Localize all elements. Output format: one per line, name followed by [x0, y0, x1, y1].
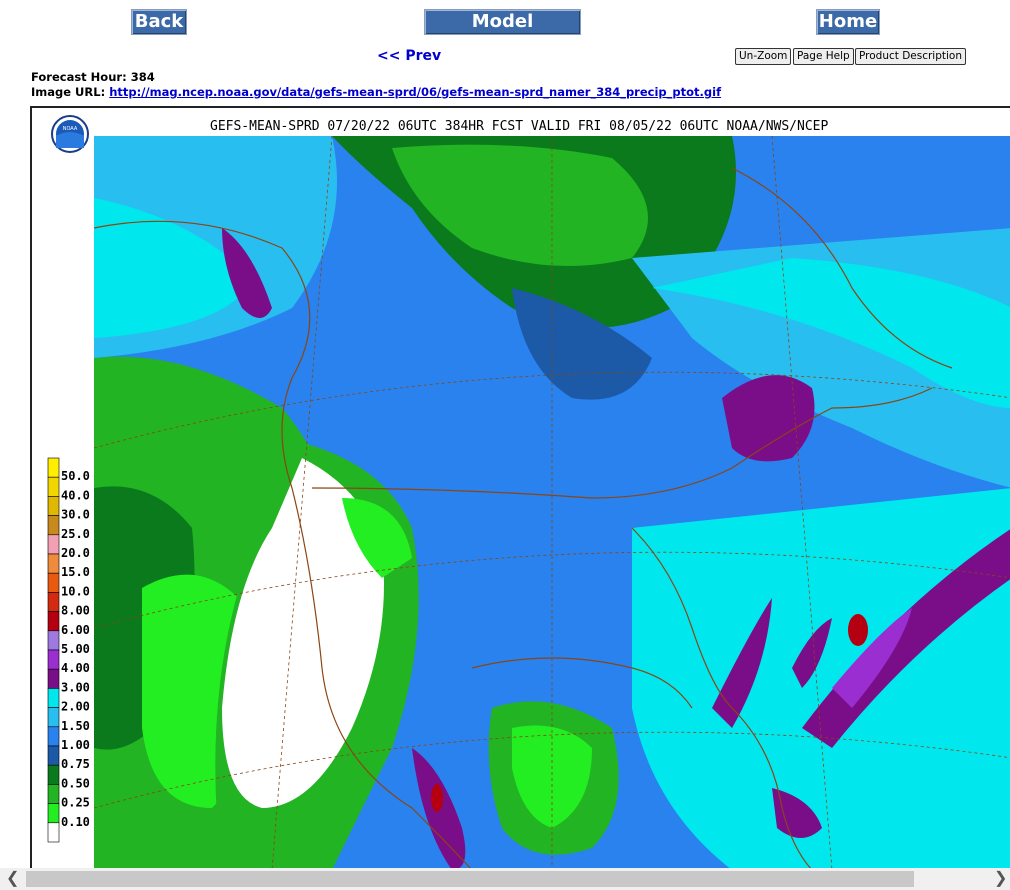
- product-description-button[interactable]: Product Description: [855, 48, 967, 65]
- image-url-link[interactable]: http://mag.ncep.noaa.gov/data/gefs-mean-…: [109, 85, 721, 99]
- legend-swatch: [47, 803, 60, 824]
- legend-label: 25.0: [61, 527, 90, 541]
- scroll-thumb[interactable]: [26, 871, 914, 887]
- legend-label: 0.10: [61, 815, 90, 829]
- legend-label: 2.00: [61, 700, 90, 714]
- legend-label: 30.0: [61, 508, 90, 522]
- legend-swatch: [47, 707, 60, 728]
- legend-swatch: [47, 457, 60, 478]
- legend-label: 0.75: [61, 757, 90, 771]
- page-help-button[interactable]: Page Help: [793, 48, 854, 65]
- legend-swatch: [47, 764, 60, 785]
- legend-label: 1.50: [61, 719, 90, 733]
- legend-swatch: [47, 688, 60, 708]
- legend-swatch: [47, 822, 60, 843]
- back-button[interactable]: Back: [131, 9, 187, 35]
- forecast-hour: Forecast Hour: 384: [31, 70, 155, 84]
- image-url-line: Image URL: http://mag.ncep.noaa.gov/data…: [31, 85, 721, 99]
- legend-label: 0.50: [61, 776, 90, 790]
- legend-swatch: [47, 784, 60, 804]
- legend-label: 3.00: [61, 680, 90, 694]
- legend-swatch: [47, 553, 60, 574]
- forecast-map[interactable]: GEFS-MEAN-SPRD 07/20/22 06UTC 384HR FCST…: [30, 106, 1010, 870]
- legend-label: 20.0: [61, 546, 90, 560]
- unzoom-button[interactable]: Un-Zoom: [735, 48, 792, 65]
- horizontal-scrollbar[interactable]: ❮ ❯: [0, 868, 1010, 890]
- legend: 50.0 40.0 30.0 25.0 20.0 15.0 10.0 8.00 6.00 5.00…: [47, 457, 90, 843]
- legend-swatch: [47, 745, 60, 766]
- legend-swatch: [47, 515, 60, 536]
- scroll-left-icon[interactable]: ❮: [6, 870, 19, 888]
- legend-label: 1.00: [61, 738, 90, 752]
- noaa-logo: NOAA: [51, 115, 89, 153]
- home-button[interactable]: Home: [816, 9, 880, 35]
- legend-label: 40.0: [61, 488, 90, 502]
- legend-swatch: [47, 572, 60, 593]
- prev-link[interactable]: << Prev: [377, 48, 441, 64]
- legend-label: 6.00: [61, 623, 90, 637]
- legend-swatch: [47, 649, 60, 670]
- legend-label: 0.25: [61, 796, 90, 810]
- legend-swatch: [47, 476, 60, 497]
- legend-swatch: [47, 496, 60, 516]
- legend-label: 5.00: [61, 642, 90, 656]
- legend-swatch: [47, 592, 60, 612]
- legend-label: 50.0: [61, 469, 90, 483]
- legend-label: 10.0: [61, 584, 90, 598]
- legend-label: 15.0: [61, 565, 90, 579]
- legend-label: 4.00: [61, 661, 90, 675]
- scroll-right-icon[interactable]: ❯: [994, 870, 1007, 888]
- forecast-hour-label: Forecast Hour:: [31, 70, 127, 84]
- legend-swatch: [47, 630, 60, 651]
- forecast-hour-value: 384: [130, 70, 155, 84]
- legend-label: 8.00: [61, 604, 90, 618]
- legend-swatch: [47, 726, 60, 747]
- noaa-logo-text: NOAA: [63, 126, 78, 132]
- map-header: GEFS-MEAN-SPRD 07/20/22 06UTC 384HR FCST…: [210, 119, 828, 134]
- image-url-label: Image URL:: [31, 85, 106, 99]
- legend-swatch: [47, 534, 60, 555]
- legend-swatch: [47, 668, 60, 689]
- legend-swatch: [47, 611, 60, 632]
- model-guidance-button[interactable]: Model Guidance: [424, 9, 581, 56]
